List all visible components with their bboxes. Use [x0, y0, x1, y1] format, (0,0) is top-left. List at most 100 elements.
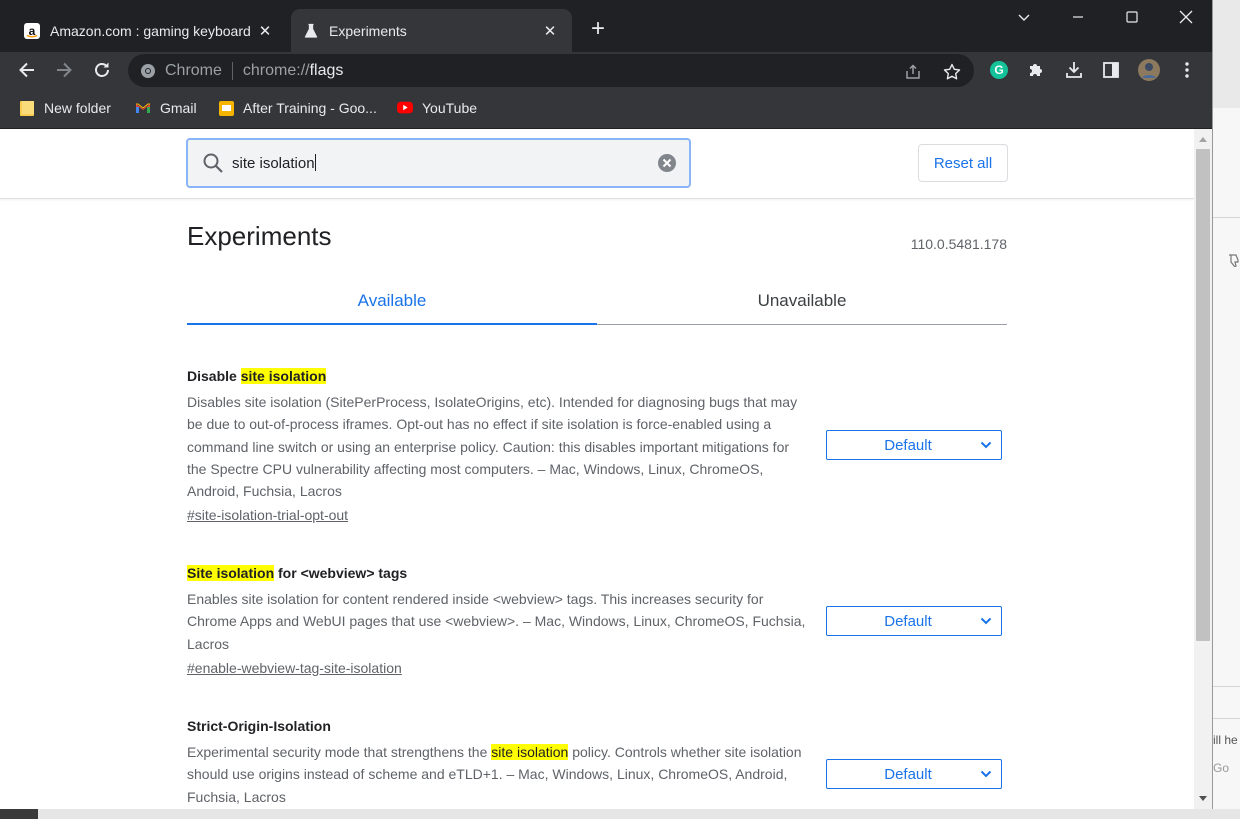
background-window-header [1213, 0, 1240, 108]
folder-icon [19, 100, 35, 116]
close-icon [1179, 10, 1193, 24]
flags-search-box[interactable]: site isolation [186, 138, 691, 188]
flag-name-text: Disable [187, 368, 241, 384]
bookmark-label: Gmail [160, 100, 197, 116]
tab-unavailable[interactable]: Unavailable [597, 277, 1007, 325]
flag-permalink[interactable]: #site-isolation-trial-opt-out [187, 505, 1007, 525]
flags-header: site isolation Reset all [0, 129, 1194, 199]
chevron-down-icon [980, 441, 992, 449]
flag-name: Disable site isolation [187, 367, 1007, 385]
scroll-down-arrow[interactable] [1199, 796, 1207, 801]
tab-title: Amazon.com : gaming keyboard [50, 22, 251, 39]
background-window-text: Go [1213, 761, 1230, 775]
flag-name-text: for <webview> tags [274, 565, 408, 581]
bookmark-label: YouTube [422, 100, 478, 116]
grammarly-extension-button[interactable]: G [987, 58, 1011, 82]
page-scrollbar[interactable] [1194, 129, 1212, 809]
tab-indicator [187, 323, 597, 325]
clear-search-icon[interactable] [657, 153, 677, 173]
close-tab-icon[interactable]: ✕ [255, 21, 275, 41]
bookmark-new-folder[interactable]: New folder [19, 98, 111, 118]
flag-description: Enables site isolation for content rende… [187, 591, 806, 652]
minimize-icon [1073, 16, 1083, 18]
close-window-button[interactable] [1160, 0, 1212, 34]
chevron-down-icon [980, 617, 992, 625]
chrome-window: a Amazon.com : gaming keyboard ✕ Experim… [0, 0, 1213, 809]
address-bar[interactable]: Chrome chrome:// flags [128, 54, 974, 87]
flag-item: Disable site isolation Disables site iso… [187, 367, 1007, 525]
forward-button[interactable] [50, 56, 78, 84]
search-input[interactable]: site isolation [232, 154, 657, 172]
downloads-button[interactable] [1062, 58, 1086, 82]
reset-all-button[interactable]: Reset all [918, 144, 1008, 182]
bookmark-gmail[interactable]: Gmail [135, 98, 197, 118]
flag-description: Disables site isolation (SitePerProcess,… [187, 394, 798, 500]
flag-description-text: Experimental security mode that strength… [187, 744, 492, 760]
bookmark-after-training[interactable]: After Training - Goo... [218, 98, 377, 118]
thumbs-down-icon [1229, 254, 1239, 267]
flag-state-select[interactable]: Default [826, 430, 1002, 460]
background-window: ill he Go [1212, 0, 1240, 819]
version-label: 110.0.5481.178 [910, 236, 1007, 252]
bookmark-label: After Training - Goo... [243, 100, 377, 116]
new-tab-button[interactable]: + [585, 16, 611, 42]
reload-icon [95, 62, 109, 77]
flag-name-text: Strict-Origin-Isolation [187, 718, 331, 734]
youtube-icon [397, 100, 413, 116]
background-window-divider [1213, 217, 1240, 218]
svg-text:G: G [994, 63, 1003, 77]
maximize-button[interactable] [1106, 0, 1158, 34]
flag-state-value: Default [884, 765, 932, 783]
share-icon [906, 64, 920, 79]
avatar-icon [1138, 59, 1160, 81]
url-host: flags [309, 61, 344, 79]
profile-avatar[interactable] [1137, 58, 1161, 82]
back-button[interactable] [13, 56, 41, 84]
toolbar: Chrome chrome:// flags G [0, 52, 1212, 89]
tab-experiments[interactable]: Experiments ✕ [291, 9, 572, 52]
bookmark-star-button[interactable] [942, 62, 962, 82]
bookmark-youtube[interactable]: YouTube [397, 98, 477, 118]
more-vertical-icon [1185, 62, 1189, 78]
search-highlight: site isolation [491, 744, 569, 760]
flag-state-value: Default [884, 612, 932, 630]
background-window-text: ill he [1213, 733, 1238, 747]
side-panel-button[interactable] [1099, 58, 1123, 82]
url-scheme: chrome:// [242, 61, 310, 79]
flag-description: Experimental security mode that strength… [187, 741, 809, 808]
menu-button[interactable] [1175, 58, 1199, 82]
flags-page: site isolation Reset all Experiments 110… [0, 129, 1194, 809]
download-icon [1066, 62, 1082, 78]
chevron-down-icon [1018, 14, 1030, 21]
arrow-right-icon [57, 62, 72, 78]
flag-permalink[interactable]: #enable-webview-tag-site-isolation [187, 658, 1007, 678]
share-button[interactable] [903, 62, 923, 82]
search-icon [203, 153, 223, 173]
tab-strip: a Amazon.com : gaming keyboard ✕ Experim… [0, 0, 1212, 52]
flag-state-select[interactable]: Default [826, 759, 1002, 789]
reload-button[interactable] [88, 56, 116, 84]
side-panel-icon [1103, 62, 1119, 78]
flag-state-select[interactable]: Default [826, 606, 1002, 636]
tab-title: Experiments [329, 22, 407, 39]
flag-item: Strict-Origin-Isolation Experimental sec… [187, 717, 1007, 808]
flags-tabs: Available Unavailable [187, 277, 1007, 325]
scrollbar-thumb[interactable] [1196, 149, 1210, 641]
tab-search-button[interactable] [998, 0, 1050, 34]
bookmark-label: New folder [44, 100, 111, 116]
extensions-button[interactable] [1024, 58, 1048, 82]
puzzle-icon [1030, 64, 1042, 76]
tab-amazon[interactable]: a Amazon.com : gaming keyboard ✕ [12, 9, 287, 52]
grammarly-icon: G [990, 61, 1008, 79]
omnibox-chip: Chrome [165, 61, 222, 79]
flag-name: Strict-Origin-Isolation [187, 717, 1007, 735]
maximize-icon [1126, 11, 1138, 23]
chrome-icon [141, 63, 155, 78]
scroll-up-arrow[interactable] [1199, 137, 1207, 142]
search-highlight: Site isolation [187, 565, 275, 581]
minimize-button[interactable] [1052, 0, 1104, 34]
tab-available[interactable]: Available [187, 277, 597, 325]
close-tab-icon[interactable]: ✕ [540, 21, 560, 41]
flag-state-value: Default [884, 436, 932, 454]
taskbar-start [0, 809, 38, 819]
